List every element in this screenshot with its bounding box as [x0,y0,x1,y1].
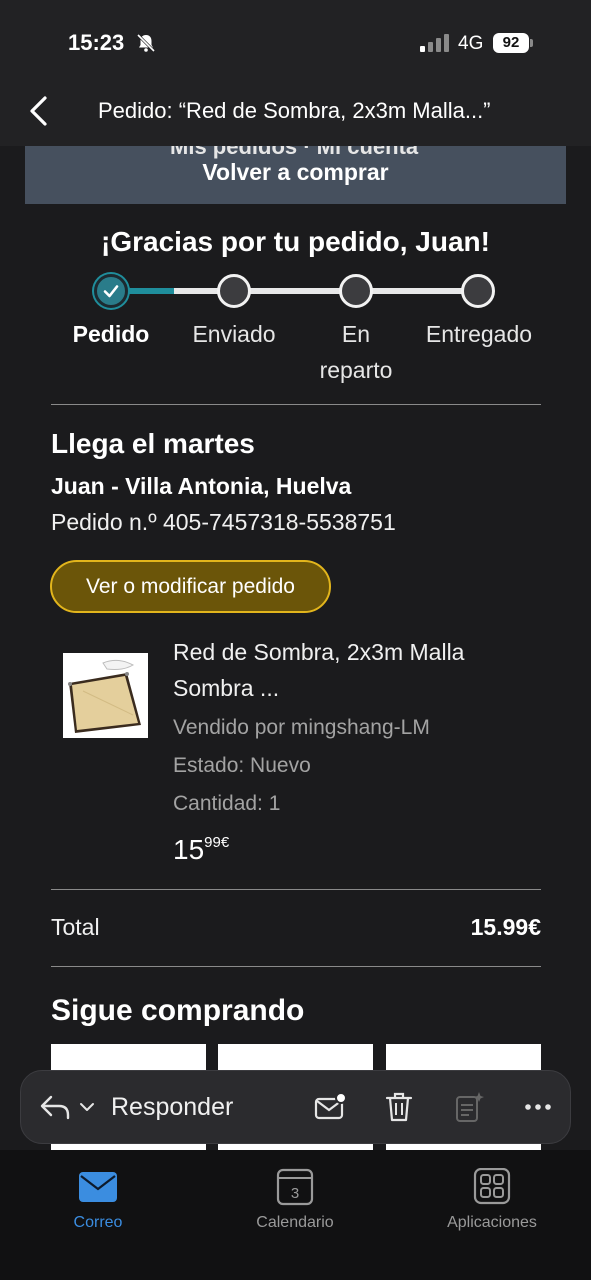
price-whole: 15 [173,834,205,865]
divider [51,966,541,967]
product-name[interactable]: Red de Sombra, 2x3m Malla Sombra ... [173,634,533,706]
tab-apps[interactable]: Aplicaciones [417,1168,567,1232]
check-icon [103,285,119,298]
order-progress: Pedido Enviado En reparto Entregado [0,274,591,404]
more-icon[interactable] [520,1089,556,1125]
tab-label: Aplicaciones [447,1214,537,1231]
step-dot-delivered [461,274,495,308]
product-price: 1599€ [173,834,229,866]
product-seller: Vendido por mingshang-LM [173,716,430,739]
arrival-heading: Llega el martes [51,428,255,459]
step-dot-shipped [217,274,251,308]
apps-icon [473,1168,511,1205]
step-dot-ordered [94,274,128,308]
bottom-tab-bar: Correo 3 Calendario Aplicaciones [0,1150,591,1280]
buy-again-banner[interactable]: Mis pedidos · Mi cuenta Volver a comprar [25,146,566,204]
reply-icon[interactable] [39,1093,71,1121]
divider [51,404,541,405]
battery-icon: 92 [493,33,533,53]
signal-icon [420,34,449,52]
order-number: Pedido n.º 405-7457318-5538751 [51,509,396,535]
product-condition: Estado: Nuevo [173,754,311,777]
status-time: 15:23 [68,30,125,55]
progress-track-active [128,288,174,294]
product-quantity: Cantidad: 1 [173,792,281,815]
calendar-icon: 3 [276,1168,314,1206]
trash-icon[interactable] [381,1089,417,1125]
divider [51,889,541,890]
step-label-ordered: Pedido [72,321,150,347]
buy-again-link[interactable]: Volver a comprar [25,159,566,186]
thanks-heading: ¡Gracias por tu pedido, Juan! [101,226,490,257]
back-chevron-icon[interactable] [26,94,52,128]
battery-level: 92 [493,33,529,53]
nav-title: Pedido: “Red de Sombra, 2x3m Malla...” [98,98,491,123]
reply-toolbar: Responder [20,1070,571,1144]
step-label-out-for-delivery: En reparto [319,321,393,383]
network-label: 4G [458,33,484,54]
total-label: Total [51,914,100,940]
keep-shopping-heading: Sigue comprando [51,994,305,1027]
tab-label: Calendario [256,1214,334,1231]
modify-order-button[interactable]: Ver o modificar pedido [50,560,331,613]
status-bar: 15:23 4G 92 [0,0,591,86]
reply-button[interactable]: Responder [111,1093,233,1122]
nav-header: Pedido: “Red de Sombra, 2x3m Malla...” [0,86,591,146]
price-fraction: 99€ [204,834,230,851]
mail-icon [79,1172,117,1202]
tab-calendar[interactable]: 3 Calendario [220,1168,370,1232]
tab-mail[interactable]: Correo [23,1168,173,1232]
tab-label: Correo [73,1214,123,1231]
banner-cut-text: Mis pedidos · Mi cuenta [170,146,419,159]
shade-net-image [63,653,148,738]
calendar-day: 3 [291,1185,299,1202]
total-value: 15.99€ [470,914,541,940]
shipping-address: Juan - Villa Antonia, Huelva [51,473,352,499]
product-image[interactable] [63,653,148,738]
bell-muted-icon [136,33,156,53]
step-dot-out-for-delivery [339,274,373,308]
chevron-down-icon[interactable] [79,1101,95,1113]
step-label-shipped: Enviado [192,321,276,347]
mark-unread-icon[interactable] [312,1089,348,1125]
step-label-delivered: Entregado [425,321,533,347]
ai-summary-icon [456,1092,484,1122]
